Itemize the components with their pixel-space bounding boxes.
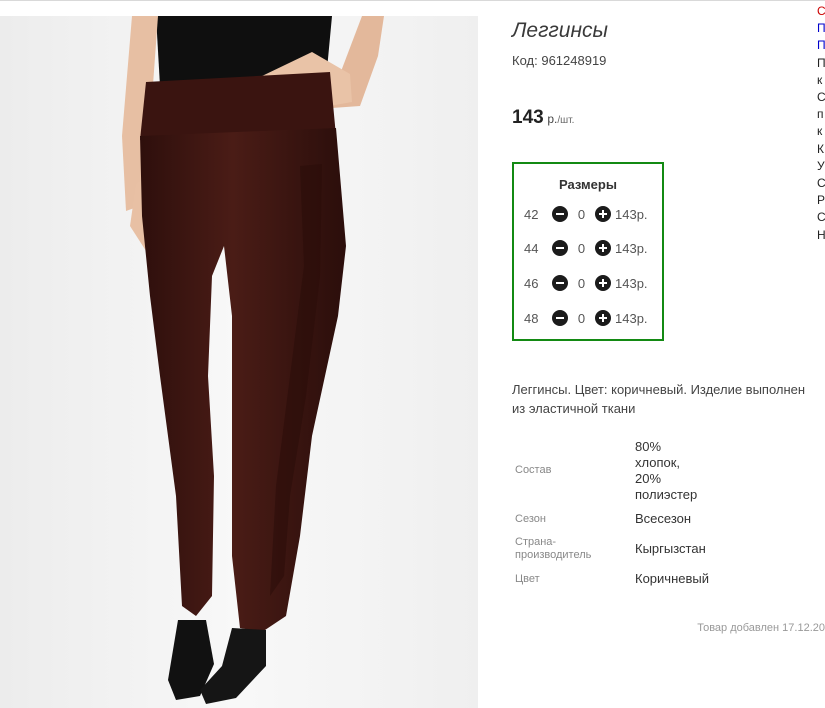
size-label: 48 xyxy=(524,310,539,326)
spec-value-season: Всесезон xyxy=(635,511,692,526)
size-price: 143р. xyxy=(615,310,648,326)
top-divider xyxy=(0,0,825,1)
added-date: Товар добавлен 17.12.20 xyxy=(697,622,825,634)
spec-value-country: Кыргызстан xyxy=(635,541,706,556)
sizes-box: Размеры 42 0 143р. 44 0 143р. 46 0 143р.… xyxy=(512,162,664,341)
spec-value-line: хлопок, xyxy=(635,455,681,470)
right-menu-item[interactable]: С xyxy=(817,175,825,192)
minus-icon[interactable] xyxy=(552,240,568,256)
spec-value-line: 80% xyxy=(635,439,662,454)
description-line: Леггинсы. Цвет: коричневый. Изделие выпо… xyxy=(512,382,806,397)
right-menu-item[interactable]: П xyxy=(817,55,825,72)
size-row: 46 0 143р. xyxy=(524,274,648,292)
spec-value-line: 20% xyxy=(635,471,662,486)
product-photo[interactable] xyxy=(0,16,478,708)
minus-icon[interactable] xyxy=(552,206,568,222)
right-menu-item[interactable]: к xyxy=(817,123,825,140)
price-amount: 143 xyxy=(512,107,544,128)
right-menu-item[interactable]: П xyxy=(817,37,825,54)
plus-icon[interactable] xyxy=(595,310,611,326)
spec-label-color: Цвет xyxy=(515,573,540,585)
quantity-value: 0 xyxy=(577,240,586,256)
product-description: Леггинсы. Цвет: коричневый. Изделие выпо… xyxy=(512,380,825,418)
right-menu-item[interactable]: С xyxy=(817,3,825,20)
price-per: /шт. xyxy=(557,115,575,126)
right-menu-item[interactable]: П xyxy=(817,20,825,37)
right-menu-item[interactable]: к xyxy=(817,72,825,89)
minus-icon[interactable] xyxy=(552,275,568,291)
right-menu-item[interactable]: К xyxy=(817,141,825,158)
sku-label: Код: xyxy=(512,53,538,68)
size-price: 143р. xyxy=(615,206,648,222)
spec-value-line: полиэстер xyxy=(635,487,698,502)
spec-label-composition: Состав xyxy=(515,464,552,476)
spec-label-line: производитель xyxy=(515,549,592,561)
right-menu-item[interactable]: С xyxy=(817,209,825,226)
spec-label-country: Страна- производитель xyxy=(515,536,591,562)
description-line: из эластичной ткани xyxy=(512,401,636,416)
right-menu-item[interactable]: У xyxy=(817,158,825,175)
size-row: 44 0 143р. xyxy=(524,239,648,257)
sizes-title: Размеры xyxy=(559,177,617,192)
spec-label-line: Страна- xyxy=(515,536,557,548)
sku-value: 961248919 xyxy=(541,53,607,68)
size-row: 48 0 143р. xyxy=(524,309,648,327)
right-menu-item[interactable]: Н xyxy=(817,227,825,244)
leggings-image xyxy=(0,16,478,708)
minus-icon[interactable] xyxy=(552,310,568,326)
size-row: 42 0 143р. xyxy=(524,205,648,223)
spec-value-composition: 80% хлопок, 20% полиэстер xyxy=(635,439,697,503)
size-label: 42 xyxy=(524,206,539,222)
quantity-value: 0 xyxy=(577,275,586,291)
size-price: 143р. xyxy=(615,275,648,291)
product-title: Леггинсы xyxy=(512,19,608,42)
quantity-value: 0 xyxy=(577,206,586,222)
plus-icon[interactable] xyxy=(595,275,611,291)
size-price: 143р. xyxy=(615,240,648,256)
right-menu-item[interactable]: п xyxy=(817,106,825,123)
right-menu: С П П П к С п к К У С Р С Н xyxy=(817,3,825,244)
plus-icon[interactable] xyxy=(595,240,611,256)
product-price: 143 р./шт. xyxy=(512,107,574,129)
size-label: 44 xyxy=(524,240,539,256)
quantity-value: 0 xyxy=(577,310,586,326)
price-currency: р. xyxy=(547,112,558,126)
spec-label-season: Сезон xyxy=(515,513,546,525)
price-unit: р./шт. xyxy=(547,112,574,126)
right-menu-item[interactable]: С xyxy=(817,89,825,106)
spec-value-color: Коричневый xyxy=(635,571,709,586)
product-sku: Код: 961248919 xyxy=(512,53,606,68)
plus-icon[interactable] xyxy=(595,206,611,222)
size-label: 46 xyxy=(524,275,539,291)
right-menu-item[interactable]: Р xyxy=(817,192,825,209)
